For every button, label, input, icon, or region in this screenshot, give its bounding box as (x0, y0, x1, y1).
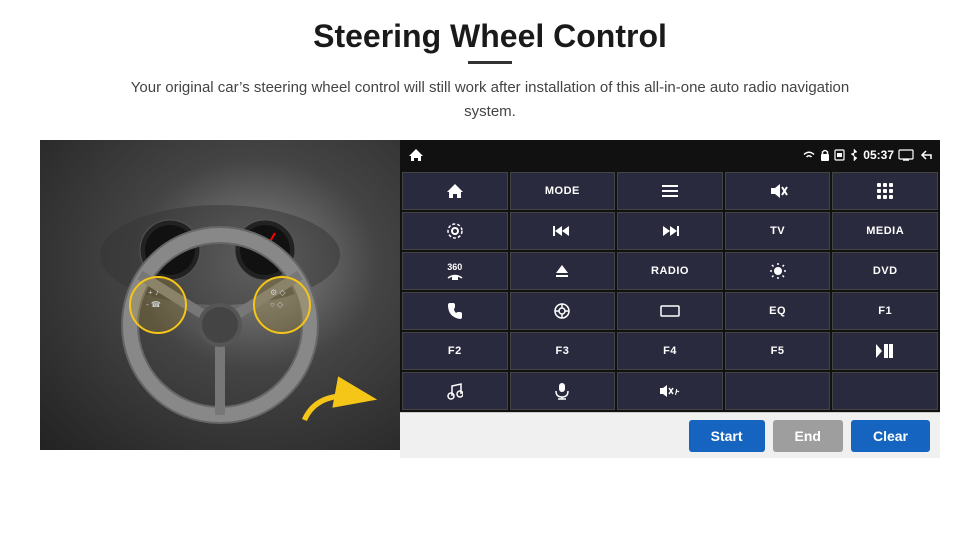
btn-phone[interactable] (402, 292, 508, 330)
btn-brightness[interactable] (725, 252, 831, 290)
btn-eject[interactable] (510, 252, 616, 290)
btn-media[interactable]: MEDIA (832, 212, 938, 250)
wifi-status-icon (802, 149, 816, 161)
btn-next[interactable] (617, 212, 723, 250)
page-wrapper: Steering Wheel Control Your original car… (0, 0, 980, 544)
start-button[interactable]: Start (689, 420, 765, 452)
clear-button[interactable]: Clear (851, 420, 930, 452)
btn-prev[interactable] (510, 212, 616, 250)
sim-status-icon (834, 149, 845, 161)
svg-text:- ☎: - ☎ (146, 300, 161, 309)
btn-settings[interactable] (402, 212, 508, 250)
btn-f2[interactable]: F2 (402, 332, 508, 370)
action-bar: Start End Clear (400, 412, 940, 458)
lock-status-icon (820, 149, 830, 161)
car-image: + ♪ - ☎ ⚙ ◇ ○ ◇ (40, 140, 400, 450)
btn-display[interactable] (617, 292, 723, 330)
status-left (408, 147, 424, 163)
home-status-icon (408, 147, 424, 163)
content-row: + ♪ - ☎ ⚙ ◇ ○ ◇ (40, 140, 940, 458)
btn-apps[interactable] (832, 172, 938, 210)
page-title: Steering Wheel Control (313, 18, 667, 55)
bt-status-icon (849, 148, 859, 162)
btn-empty2 (832, 372, 938, 410)
page-subtitle: Your original car’s steering wheel contr… (130, 76, 850, 124)
btn-home[interactable] (402, 172, 508, 210)
btn-radio[interactable]: RADIO (617, 252, 723, 290)
svg-text:○ ◇: ○ ◇ (270, 300, 284, 309)
btn-tv[interactable]: TV (725, 212, 831, 250)
btn-eq[interactable]: EQ (725, 292, 831, 330)
btn-play-pause[interactable] (832, 332, 938, 370)
btn-music[interactable] (402, 372, 508, 410)
btn-dvd[interactable]: DVD (832, 252, 938, 290)
btn-f5[interactable]: F5 (725, 332, 831, 370)
end-button[interactable]: End (773, 420, 843, 452)
btn-empty1 (725, 372, 831, 410)
btn-menu[interactable] (617, 172, 723, 210)
btn-360[interactable]: 360 (402, 252, 508, 290)
status-bar: 05:37 (400, 140, 940, 170)
screen-status-icon (898, 149, 914, 161)
back-status-icon (918, 149, 932, 161)
svg-text:⚙ ◇: ⚙ ◇ (270, 288, 286, 297)
control-panel: 05:37 (400, 140, 940, 458)
btn-f4[interactable]: F4 (617, 332, 723, 370)
btn-f1[interactable]: F1 (832, 292, 938, 330)
status-time: 05:37 (863, 148, 894, 162)
btn-navi[interactable] (510, 292, 616, 330)
button-grid: MODE (400, 170, 940, 412)
status-right: 05:37 (802, 148, 932, 162)
svg-text:+ ♪: + ♪ (148, 288, 159, 297)
btn-volume-phone[interactable]: / (617, 372, 723, 410)
title-divider (468, 61, 512, 64)
steering-wheel-bg: + ♪ - ☎ ⚙ ◇ ○ ◇ (40, 140, 400, 450)
btn-f3[interactable]: F3 (510, 332, 616, 370)
btn-mute[interactable] (725, 172, 831, 210)
yellow-arrow (300, 370, 380, 430)
btn-mode[interactable]: MODE (510, 172, 616, 210)
btn-mic[interactable] (510, 372, 616, 410)
